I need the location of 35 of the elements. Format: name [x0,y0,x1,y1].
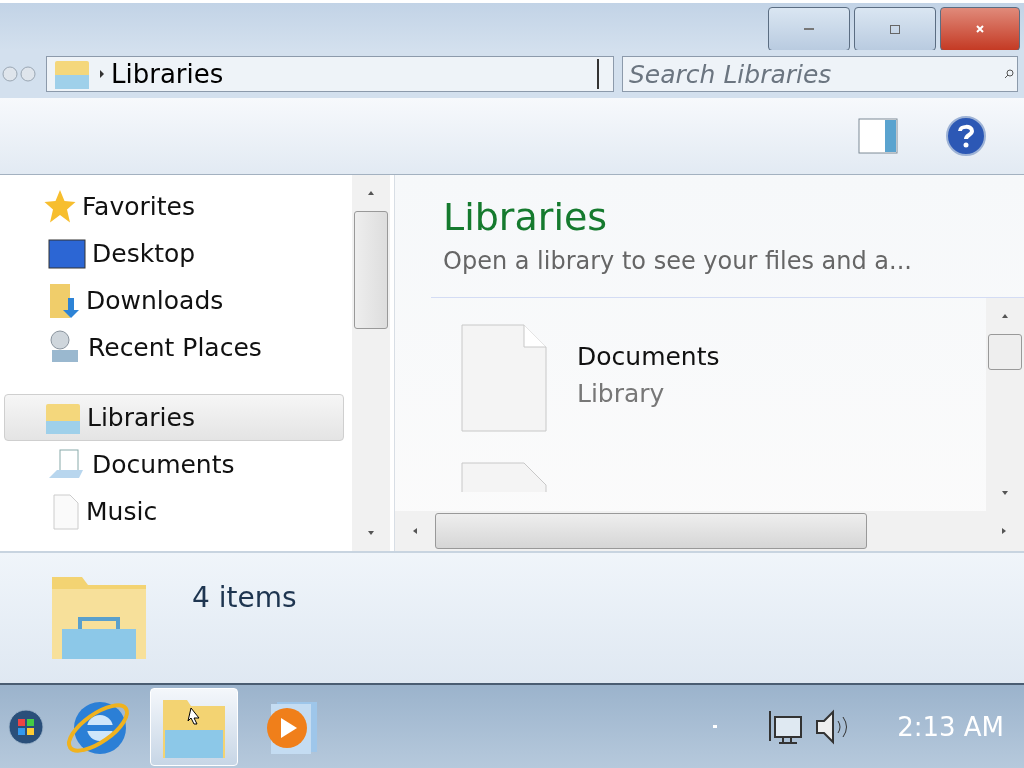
minimize-button[interactable] [768,7,850,51]
star-icon [44,188,76,225]
content-title: Libraries [442,194,609,239]
restore-button[interactable] [854,7,936,51]
scroll-left-icon[interactable] [413,528,417,534]
close-button[interactable] [940,7,1020,51]
scroll-up-icon[interactable] [1002,314,1008,318]
preview-pane-icon[interactable] [858,118,898,154]
address-bar[interactable]: Libraries [46,56,614,92]
item-count: 4 items [192,580,297,614]
nav-item[interactable]: Documents [4,441,344,488]
scroll-down-icon[interactable] [1002,491,1008,495]
nav-item[interactable]: Recent Places [4,324,344,371]
nav-item[interactable]: Libraries [4,394,344,441]
scrollbar-thumb[interactable] [354,211,388,329]
scroll-down-icon[interactable] [368,531,374,535]
scroll-up-icon[interactable] [368,191,374,195]
download-folder-icon [48,281,80,320]
library-name[interactable]: Documents [577,342,720,371]
nav-item[interactable]: Desktop [4,230,344,277]
scrollbar-thumb[interactable] [435,513,867,549]
search-field[interactable]: Search Libraries [622,56,1018,92]
scrollbar-thumb[interactable] [988,334,1022,370]
nav-item[interactable]: Downloads [4,277,344,324]
content-subtitle: Open a library to see your files and a... [442,246,913,275]
scroll-right-icon[interactable] [1002,528,1006,534]
taskbar-app-button[interactable] [150,687,238,766]
nav-item[interactable]: Favorites [4,183,344,230]
desktop-icon [48,237,86,270]
close-icon [975,24,985,34]
library-type: Library [577,379,666,408]
search-icon[interactable] [1004,69,1014,79]
help-icon[interactable] [946,116,986,156]
nav-item[interactable]: Music [4,488,344,535]
chevron-icon[interactable] [99,70,105,78]
